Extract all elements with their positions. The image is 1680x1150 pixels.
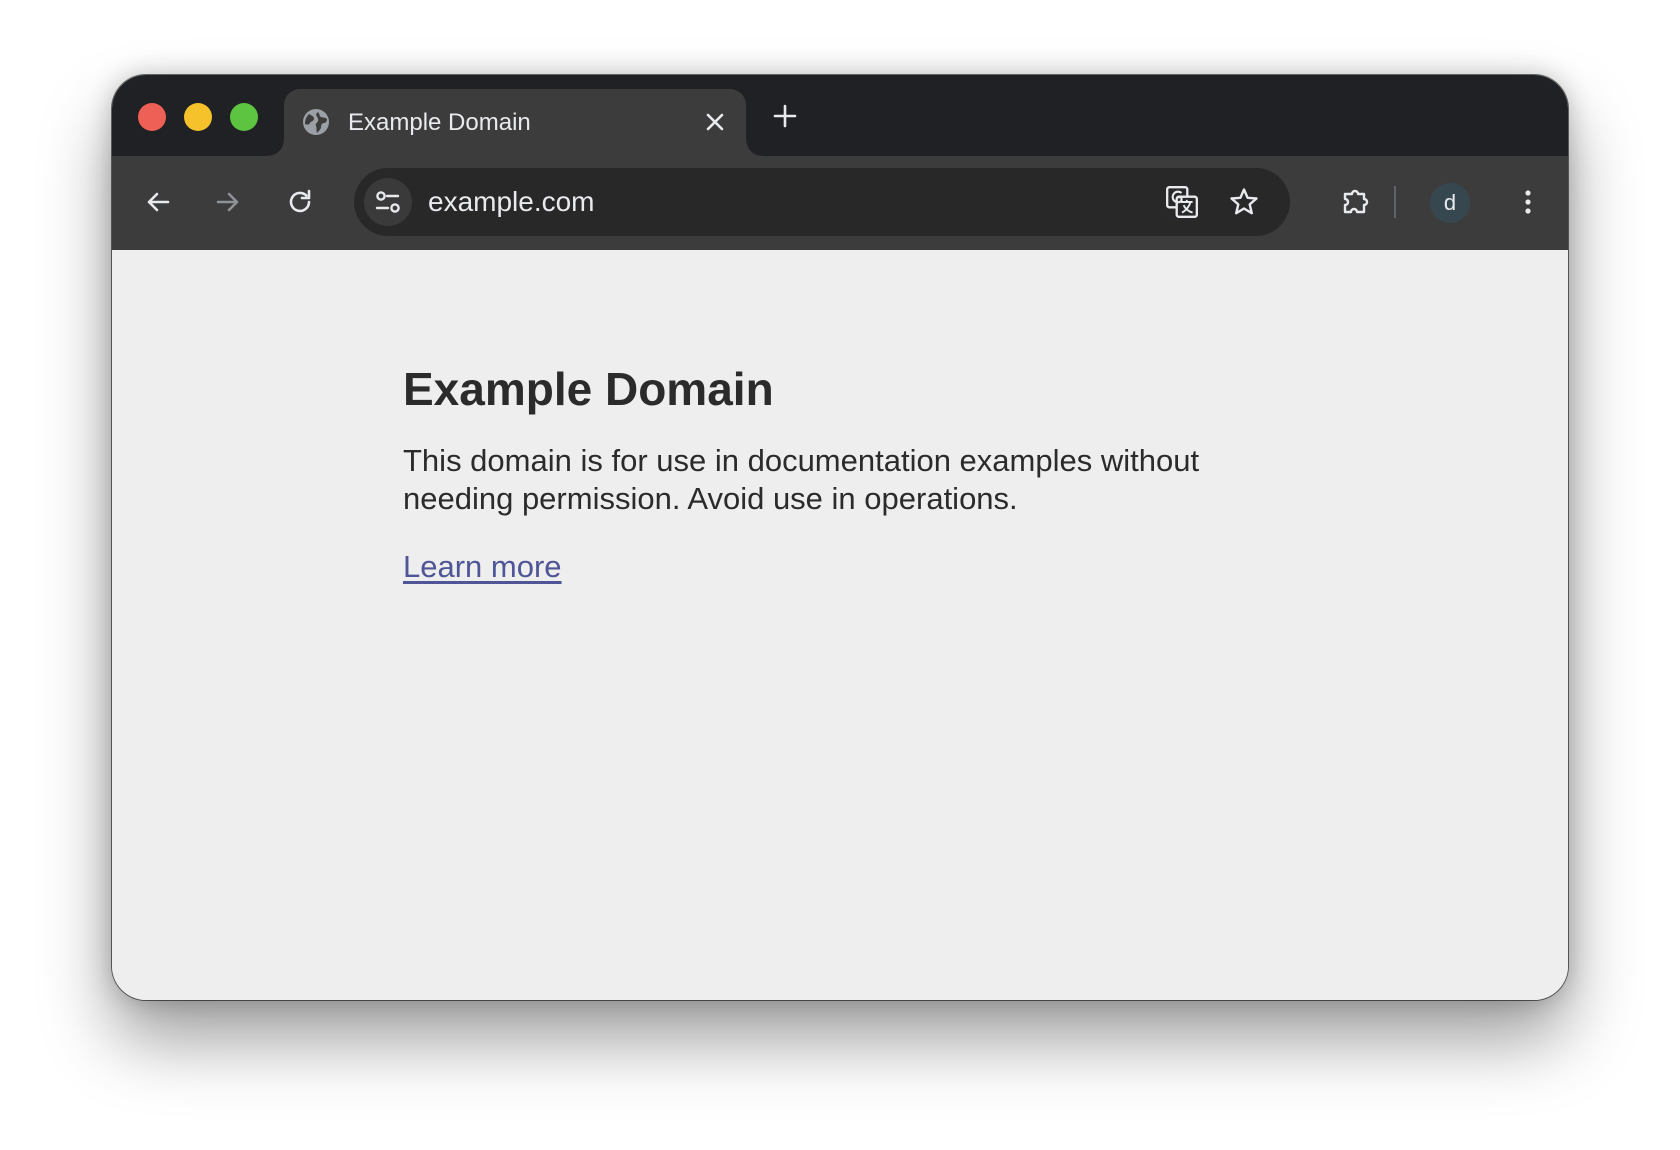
plus-icon[interactable] — [770, 101, 800, 131]
page-viewport: Example Domain This domain is for use in… — [112, 250, 1568, 1000]
close-icon[interactable] — [702, 109, 728, 135]
page-title: Example Domain — [403, 363, 774, 415]
title-bar: Example Domain — [112, 75, 1568, 156]
minimize-window-button[interactable] — [184, 103, 212, 131]
url-text[interactable]: example.com — [428, 186, 595, 218]
profile-avatar[interactable]: d — [1430, 183, 1470, 223]
page-content: Example Domain This domain is for use in… — [403, 362, 1263, 586]
browser-window: Example Domain example.com d Example Dom… — [112, 75, 1568, 1000]
close-window-button[interactable] — [138, 103, 166, 131]
page-description: This domain is for use in documentation … — [403, 443, 1200, 516]
star-icon[interactable] — [1228, 186, 1260, 218]
translate-icon[interactable] — [1164, 184, 1200, 220]
tune-icon — [375, 191, 400, 213]
arrow-left-icon[interactable] — [142, 186, 174, 218]
kebab-menu-icon[interactable] — [1512, 186, 1544, 218]
globe-icon — [303, 109, 329, 135]
reload-icon[interactable] — [284, 186, 316, 218]
learn-more-link[interactable]: Learn more — [403, 548, 562, 586]
arrow-right-icon[interactable] — [212, 186, 244, 218]
toolbar-divider — [1394, 186, 1396, 218]
zoom-window-button[interactable] — [230, 103, 258, 131]
site-info-button[interactable] — [364, 178, 412, 226]
tab-example-domain[interactable]: Example Domain — [268, 89, 762, 156]
tab-title: Example Domain — [348, 109, 531, 136]
address-bar[interactable]: example.com — [354, 168, 1290, 236]
toolbar: example.com d — [112, 156, 1568, 250]
puzzle-icon[interactable] — [1340, 185, 1374, 219]
